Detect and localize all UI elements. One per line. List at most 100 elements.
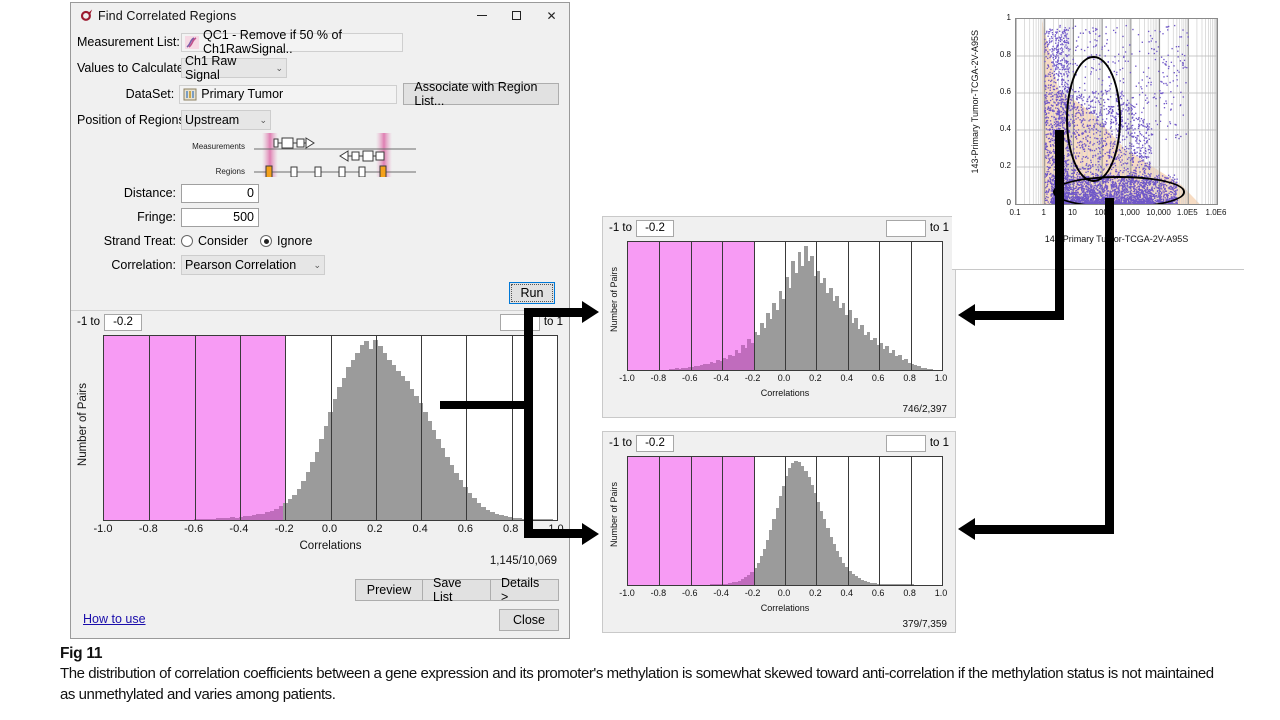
bottom-range-from-input[interactable]: -0.2 xyxy=(636,434,675,452)
x-tick-label: 0.2 xyxy=(367,523,383,535)
maximize-icon[interactable] xyxy=(499,3,534,28)
strand-treat-label: Strand Treat: xyxy=(103,234,176,248)
measurement-list-value: QC1 - Remove if 50 % of Ch1RawSignal.. xyxy=(203,28,342,56)
dialog-title: Find Correlated Regions xyxy=(98,8,237,23)
x-tick-label: -0.8 xyxy=(138,523,158,535)
strand-consider-label: Consider xyxy=(198,234,249,248)
strand-ignore-radio[interactable] xyxy=(260,235,273,247)
position-of-regions-dropdown[interactable]: Upstream ⌄ xyxy=(181,110,271,130)
chevron-down-icon: ⌄ xyxy=(313,259,321,270)
main-histogram-ylabel: Number of Pairs xyxy=(77,383,89,467)
connector-branch-bottom xyxy=(524,529,586,538)
main-histogram-plot: Number of Pairs -1.0 -0.8 -0.6 -0.4 -0.2 0.0 0… xyxy=(71,333,569,567)
details-button[interactable]: Details > xyxy=(491,576,559,604)
values-to-calculate-dropdown[interactable]: Ch1 Raw Signal ⌄ xyxy=(181,54,287,82)
figure-caption-text: The distribution of correlation coeffici… xyxy=(60,665,1214,703)
main-range-to-label: to 1 xyxy=(543,316,563,328)
run-button[interactable]: Run xyxy=(509,282,555,304)
distance-input[interactable]: 0 xyxy=(181,183,259,203)
strand-treat-row: Strand Treat: Consider Ignore xyxy=(77,230,559,252)
measurement-list-icon xyxy=(185,35,199,49)
schematic-regions-label: Regions xyxy=(215,167,245,176)
dataset-label: DataSet: xyxy=(125,87,175,101)
dialog-titlebar: Find Correlated Regions ✕ xyxy=(71,3,569,28)
omicsoft-logo-icon xyxy=(79,8,94,23)
run-row: Run xyxy=(77,278,559,310)
bottom-histogram-canvas[interactable] xyxy=(627,456,943,586)
close-button[interactable]: Close xyxy=(499,609,559,631)
save-list-button[interactable]: Save List xyxy=(423,576,491,604)
bottom-range-from-label: -1 to xyxy=(609,437,633,449)
dataset-field[interactable]: Primary Tumor xyxy=(179,84,398,104)
gridline xyxy=(753,242,755,370)
figure-caption: Fig 11 The distribution of correlation c… xyxy=(60,645,1220,705)
main-range-from-label: -1 to xyxy=(77,316,101,328)
y-tick-label: 0.8 xyxy=(999,50,1011,59)
minimize-icon[interactable] xyxy=(464,3,499,28)
values-to-calculate-row: Values to Calculate: Ch1 Raw Signal ⌄ xyxy=(77,54,559,82)
arrow-from-scatter-circle-icon xyxy=(958,304,975,326)
dataset-row: DataSet: Primary Tumor Associate with Re… xyxy=(77,80,559,108)
top-histogram-canvas[interactable] xyxy=(627,241,943,371)
gridline xyxy=(816,457,818,585)
bottom-histogram-range-row: -1 to -0.2 to 1 xyxy=(603,432,955,454)
chevron-down-icon: ⌄ xyxy=(259,114,267,125)
y-tick-label: 1 xyxy=(1006,13,1011,22)
main-range-from-input[interactable]: -0.2 xyxy=(104,313,143,331)
y-tick-label: 0 xyxy=(1006,198,1011,207)
gridline xyxy=(753,457,755,585)
top-range-to-input[interactable] xyxy=(885,219,926,237)
arrow-to-top-histogram-icon xyxy=(582,301,599,323)
gridline xyxy=(879,457,881,585)
correlation-value: Pearson Correlation xyxy=(185,258,297,272)
fringe-row: Fringe: 500 xyxy=(77,206,559,228)
position-of-regions-label: Position of Regions: xyxy=(77,113,189,127)
measurement-list-label: Measurement List: xyxy=(77,35,180,49)
connector-trunk xyxy=(524,308,533,538)
top-range-from-input[interactable]: -0.2 xyxy=(636,219,675,237)
gridline xyxy=(285,336,287,520)
connector-scatter-circle-horizontal xyxy=(975,311,1064,320)
connector-scatter-ellipse-vertical xyxy=(1105,198,1114,534)
scatter-canvas[interactable] xyxy=(1015,18,1218,205)
associate-with-region-list-button[interactable]: Associate with Region List... xyxy=(403,80,559,108)
correlation-label: Correlation: xyxy=(111,258,176,272)
fringe-input[interactable]: 500 xyxy=(181,207,259,227)
gridline xyxy=(659,457,661,585)
regions-schematic: Measurements Regions xyxy=(77,133,559,178)
correlation-dropdown[interactable]: Pearson Correlation ⌄ xyxy=(181,255,325,275)
gridline xyxy=(466,336,468,520)
gridline xyxy=(785,457,786,585)
preview-button[interactable]: Preview xyxy=(355,579,423,601)
top-range-to-label: to 1 xyxy=(929,222,949,234)
x-tick-label: 0.6 xyxy=(457,523,474,535)
bottom-histogram-ylabel: Number of Pairs xyxy=(609,482,619,548)
bottom-range-to-label: to 1 xyxy=(929,437,949,449)
gridline xyxy=(785,242,786,370)
x-tick-label: 1.0 xyxy=(934,373,948,383)
x-tick-label: -0.2 xyxy=(274,523,294,535)
gridline xyxy=(816,242,818,370)
measurement-list-field[interactable]: QC1 - Remove if 50 % of Ch1RawSignal.. xyxy=(181,28,403,56)
gridline xyxy=(330,336,332,520)
main-histogram-xlabel: Correlations xyxy=(299,540,362,552)
gridline xyxy=(421,336,423,520)
dataset-icon xyxy=(183,88,197,101)
find-correlated-regions-dialog: Find Correlated Regions ✕ Measurement Li… xyxy=(70,2,570,639)
values-to-calculate-value: Ch1 Raw Signal xyxy=(185,54,237,82)
gridline xyxy=(847,457,849,585)
top-histogram-ylabel: Number of Pairs xyxy=(609,267,619,333)
x-tick-label: -0.4 xyxy=(229,523,249,535)
connector-branch-top xyxy=(524,308,586,317)
bottom-range-to-input[interactable] xyxy=(885,434,926,452)
bottom-histogram-xlabel: Correlations xyxy=(760,603,810,613)
strand-consider-radio[interactable] xyxy=(181,235,193,247)
annotation-unmethylated-cluster xyxy=(1053,176,1186,204)
scatter-plot-panel: 143-Primary Tumor-TCGA-2V-A95S 0 0.2 0.4 0.… xyxy=(952,2,1244,270)
histogram-bar xyxy=(929,369,934,370)
close-icon[interactable]: ✕ xyxy=(534,3,569,28)
gridline xyxy=(690,242,692,370)
how-to-use-link[interactable]: How to use xyxy=(83,612,146,626)
main-histogram-canvas[interactable] xyxy=(103,335,558,521)
bottom-histogram-panel: -1 to -0.2 to 1 Number of Pairs -1.0 -0.8… xyxy=(602,431,956,633)
